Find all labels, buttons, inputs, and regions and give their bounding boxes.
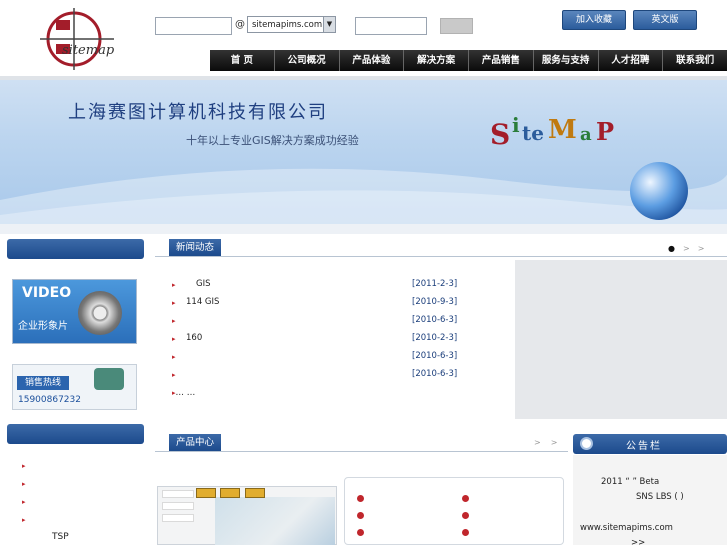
bullet-icon: ▸: [22, 480, 26, 488]
nav-service-support[interactable]: 服务与支持: [534, 50, 599, 71]
news-more-link[interactable]: ▸… …: [172, 388, 195, 398]
mail-domain-select[interactable]: sitemapims.com ▼: [247, 16, 336, 33]
svg-text:S: S: [490, 118, 510, 151]
product-legend-item: [162, 502, 194, 510]
mail-username-input[interactable]: [155, 17, 232, 35]
toolbar-icon: [196, 488, 216, 498]
arrow-icon: ▸: [172, 299, 176, 307]
sales-hotline-title: 销售热线: [17, 376, 69, 390]
news-item[interactable]: ▸ [2010-6-3]: [172, 315, 462, 327]
news-section-title: 新闻动态: [169, 239, 221, 256]
svg-text:sitemap: sitemap: [62, 43, 115, 58]
toolbar-icon: [220, 488, 240, 498]
bullet-icon: [462, 512, 469, 519]
svg-text:i: i: [512, 113, 520, 137]
notice-title: 公告栏: [626, 441, 662, 452]
news-divider: [155, 256, 727, 257]
bullet-icon: [462, 529, 469, 536]
news-item[interactable]: ▸ [2010-6-3]: [172, 369, 462, 381]
bullet-icon: ▸: [22, 516, 26, 524]
svg-text:te: te: [522, 121, 544, 145]
telephone-icon: [94, 368, 124, 390]
product-list: [344, 477, 564, 545]
main-nav: 首 页 公司概况 产品体验 解决方案 产品销售 服务与支持 人才招聘 联系我们: [210, 50, 727, 71]
arrow-icon: ▸: [172, 317, 176, 325]
mail-domain-value: sitemapims.com: [252, 20, 323, 30]
product-map-image: [215, 497, 335, 545]
nav-product-sales[interactable]: 产品销售: [469, 50, 534, 71]
company-name: 上海赛图计算机科技有限公司: [68, 102, 328, 123]
video-subtitle: 企业形象片: [18, 321, 68, 332]
news-pager[interactable]: ●>>: [668, 244, 712, 253]
english-version-button[interactable]: 英文版: [633, 10, 697, 30]
notice-icon: [580, 437, 593, 450]
product-legend-item: [162, 490, 194, 498]
bullet-icon: [357, 529, 364, 536]
toolbar-icon: [245, 488, 265, 498]
sitemap-logo[interactable]: sitemap: [28, 6, 120, 72]
page: sitemap @ sitemapims.com ▼ 加入收藏 英文版 首 页 …: [0, 0, 727, 545]
news-item[interactable]: ▸ 114 GIS [2010-9-3]: [172, 297, 462, 309]
bullet-icon: ▸: [22, 498, 26, 506]
globe-icon: [630, 162, 688, 220]
pager-dot-icon[interactable]: ●: [668, 244, 683, 253]
products-pager[interactable]: >>: [534, 438, 567, 447]
nav-home[interactable]: 首 页: [210, 50, 275, 71]
bullet-icon: [462, 495, 469, 502]
news-item[interactable]: ▸ GIS [2011-2-3]: [172, 279, 462, 291]
arrow-icon: ▸: [172, 371, 176, 379]
svg-text:M: M: [548, 115, 577, 145]
mail-password-input[interactable]: [355, 17, 427, 35]
nav-careers[interactable]: 人才招聘: [599, 50, 664, 71]
news-item[interactable]: ▸ [2010-6-3]: [172, 351, 462, 363]
product-legend-item: [162, 514, 194, 522]
at-sign: @: [235, 19, 245, 30]
left-list-item-tsp[interactable]: TSP: [52, 532, 69, 542]
banner: 上海赛图计算机科技有限公司 十年以上专业GIS解决方案成功经验 S i te M…: [0, 80, 727, 224]
notice-line: 2011 “ ” Beta: [601, 477, 660, 487]
notice-url[interactable]: www.sitemapims.com: [580, 523, 673, 533]
arrow-icon: ▸: [172, 335, 176, 343]
video-label: VIDEO: [22, 285, 72, 301]
nav-contact[interactable]: 联系我们: [663, 50, 727, 71]
products-section-title: 产品中心: [169, 434, 221, 451]
banner-divider: [0, 224, 727, 234]
left-list-header: [7, 424, 144, 444]
login-button[interactable]: [440, 18, 473, 34]
film-reel-icon: [78, 291, 122, 335]
chevron-down-icon[interactable]: ▼: [323, 17, 335, 32]
news-item[interactable]: ▸ 160 [2010-2-3]: [172, 333, 462, 345]
svg-text:a: a: [580, 124, 592, 145]
sales-hotline-number: 15900867232: [18, 395, 81, 405]
left-section-header: [7, 239, 144, 259]
bullet-icon: [357, 512, 364, 519]
sitemap-wordmark: S i te M a P: [490, 113, 614, 151]
news-image: [515, 260, 727, 419]
bullet-icon: ▸: [22, 462, 26, 470]
nav-product-trial[interactable]: 产品体验: [340, 50, 405, 71]
svg-text:P: P: [596, 117, 614, 146]
nav-company[interactable]: 公司概况: [275, 50, 340, 71]
add-favorite-button[interactable]: 加入收藏: [562, 10, 626, 30]
products-divider: [155, 451, 568, 452]
nav-solutions[interactable]: 解决方案: [404, 50, 469, 71]
arrow-icon: ▸: [172, 281, 176, 289]
notice-more-link[interactable]: >>: [631, 538, 645, 545]
company-tagline: 十年以上专业GIS解决方案成功经验: [186, 134, 359, 147]
notice-line: SNS LBS ( ): [636, 492, 684, 502]
arrow-icon: ▸: [172, 353, 176, 361]
bullet-icon: [357, 495, 364, 502]
